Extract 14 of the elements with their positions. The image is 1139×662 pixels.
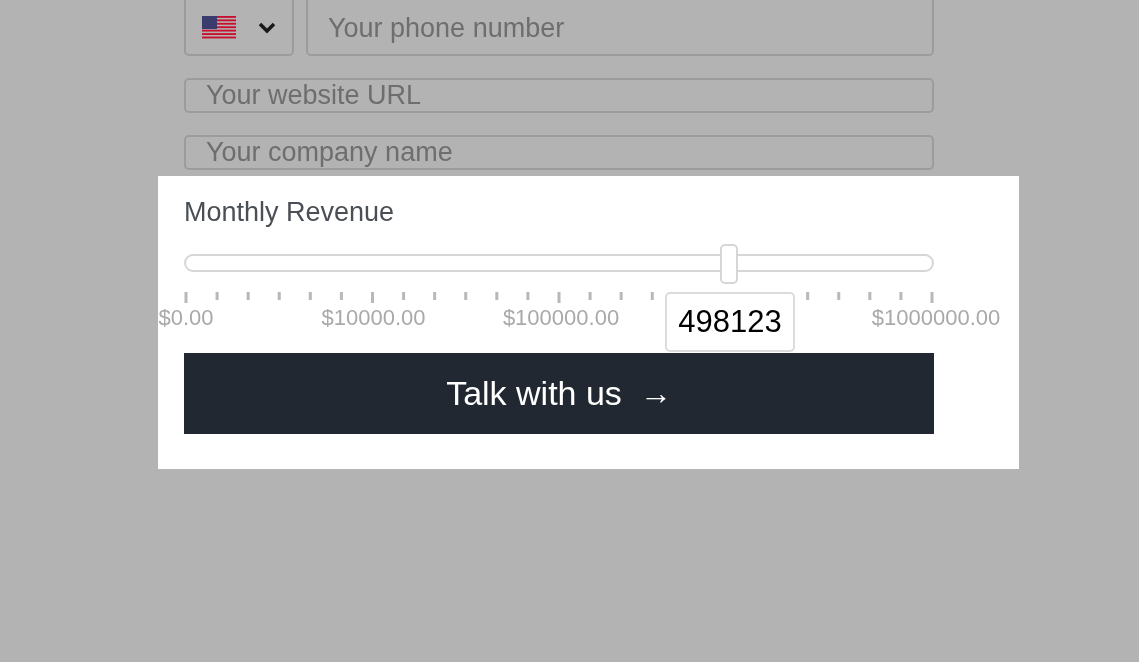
phone-field[interactable]: Your phone number [306,0,934,56]
scale-label: $0.00 [158,306,214,330]
website-field[interactable]: Your website URL [184,78,934,113]
slider-thumb[interactable] [720,244,739,284]
value-field[interactable]: 498123 [665,292,795,352]
company-field[interactable]: Your company name [184,135,934,170]
arrow-right-icon: → [639,375,672,412]
revenue-label: Monthly Revenue [184,196,396,228]
talk-button[interactable]: Talk with us → [184,353,934,434]
scale-label: $1000000.00 [871,306,1001,330]
scale-label: $10000.00 [321,306,426,330]
chevron-down-icon [258,22,276,34]
scale-label: $100000.00 [502,306,620,330]
flag-icon [202,16,236,40]
